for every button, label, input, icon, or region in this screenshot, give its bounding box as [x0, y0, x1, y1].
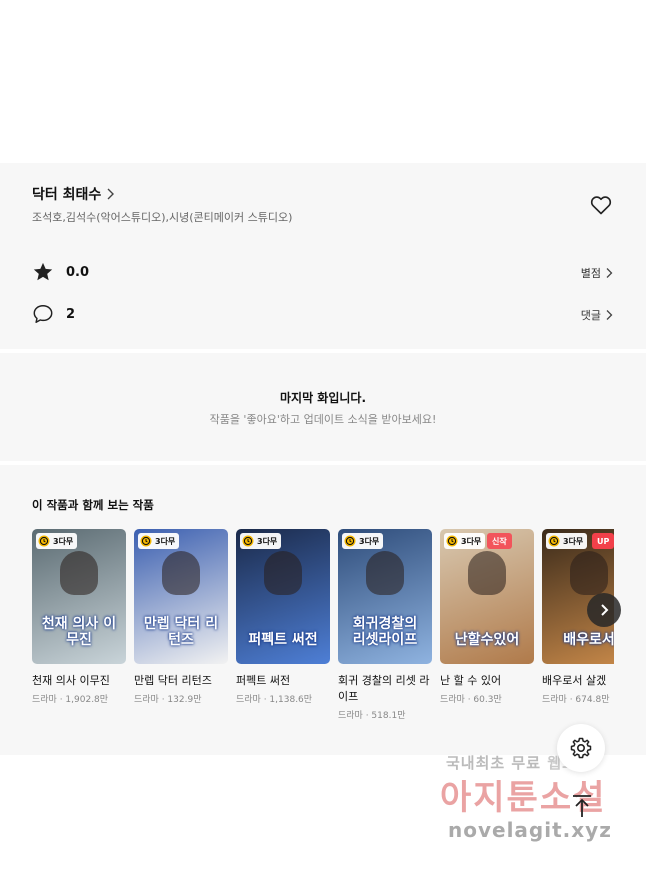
- chevron-right-icon: [606, 268, 613, 278]
- cover-title-art: 난할수있어: [454, 632, 520, 648]
- viewer-settings-button[interactable]: [557, 724, 605, 772]
- wait-free-badge: 3다무: [444, 533, 486, 549]
- cover-title-art: 배우로서: [563, 632, 614, 648]
- work-authors: 조석호,김석수(악어스튜디오),시녕(콘티메이커 스튜디오): [32, 211, 293, 224]
- chevron-right-icon: [107, 188, 115, 200]
- recommendation-meta: 드라마 · 1,902.8만: [32, 695, 109, 705]
- status-tag: 신작: [487, 533, 512, 549]
- recommendation-title: 배우로서 살겠: [542, 674, 607, 687]
- chevron-right-icon: [606, 310, 613, 320]
- last-episode-subtitle: 작품을 '좋아요'하고 업데이트 소식을 받아보세요!: [209, 413, 437, 426]
- comments-row: 2: [32, 303, 75, 325]
- recommendation-carousel: 천재 의사 이무진 3다무천재 의사 이무진드라마 · 1,902.8만 만렙 닥터…: [32, 529, 614, 739]
- comments-count: 2: [66, 306, 76, 322]
- clock-icon: [344, 535, 356, 547]
- recommendation-cover-image: 천재 의사 이무진 3다무: [32, 529, 126, 664]
- last-episode-title: 마지막 화입니다.: [279, 391, 367, 405]
- cover-figure: [60, 551, 98, 595]
- recommendation-title: 만렙 닥터 리턴즈: [134, 674, 212, 687]
- recommendation-cover-image: 퍼펙트 써전 3다무: [236, 529, 330, 664]
- recommendations-heading: 이 작품과 함께 보는 작품: [32, 498, 154, 512]
- recommendation-title: 난 할 수 있어: [440, 674, 502, 687]
- cover-figure: [162, 551, 200, 595]
- recommendation-card[interactable]: 만렙 닥터 리턴즈 3다무만렙 닥터 리턴즈드라마 · 132.9만: [134, 529, 228, 705]
- comments-link-label: 댓글: [580, 309, 601, 322]
- rating-link-label: 별점: [580, 267, 601, 280]
- recommendation-cover-image: 만렙 닥터 리턴즈 3다무: [134, 529, 228, 664]
- wait-free-badge: 3다무: [546, 533, 588, 549]
- recommendation-meta: 드라마 · 1,138.6만: [236, 695, 313, 705]
- wait-free-badge: 3다무: [240, 533, 282, 549]
- cover-figure: [468, 551, 506, 595]
- recommendation-cover-image: 난할수있어 3다무 신작: [440, 529, 534, 664]
- rating-link[interactable]: 별점: [581, 265, 613, 281]
- recommendation-title: 회귀 경찰의 리셋 라이프: [338, 674, 430, 703]
- heart-icon[interactable]: [589, 193, 613, 217]
- clock-icon: [242, 535, 254, 547]
- wait-free-badge: 3다무: [36, 533, 78, 549]
- recommendation-title: 퍼펙트 써전: [236, 674, 291, 687]
- recommendation-meta: 드라마 · 518.1만: [338, 711, 406, 721]
- clock-icon: [446, 535, 458, 547]
- recommendation-cover-image: 회귀경찰의 리셋라이프 3다무: [338, 529, 432, 664]
- wait-free-badge-label: 3다무: [53, 536, 74, 546]
- chevron-right-icon: [601, 604, 609, 616]
- last-episode-panel: [0, 353, 646, 461]
- top-blank-area: [0, 0, 646, 163]
- watermark-line3: novelagit.xyz: [448, 818, 612, 842]
- recommendation-meta: 드라마 · 674.8만: [542, 695, 610, 705]
- watermark: 국내최초 무료 웹소설 아지툰소설 novelagit.xyz: [440, 752, 630, 852]
- star-icon: [33, 262, 53, 281]
- cover-title-art: 천재 의사 이무진: [41, 616, 117, 648]
- wait-free-badge-label: 3다무: [461, 536, 482, 546]
- clock-icon: [548, 535, 560, 547]
- comments-link[interactable]: 댓글: [581, 307, 613, 323]
- recommendation-card[interactable]: 천재 의사 이무진 3다무천재 의사 이무진드라마 · 1,902.8만: [32, 529, 126, 705]
- cover-figure: [264, 551, 302, 595]
- work-title: 닥터 최태수: [32, 187, 102, 203]
- recommendation-card[interactable]: 회귀경찰의 리셋라이프 3다무회귀 경찰의 리셋 라이프드라마 · 518.1만: [338, 529, 432, 721]
- wait-free-badge-label: 3다무: [257, 536, 278, 546]
- rating-row: 0.0: [32, 261, 89, 283]
- clock-icon: [38, 535, 50, 547]
- wait-free-badge-label: 3다무: [563, 536, 584, 546]
- cover-title-art: 만렙 닥터 리턴즈: [143, 616, 219, 648]
- recommendation-title: 천재 의사 이무진: [32, 674, 110, 687]
- cover-title-art: 퍼펙트 써전: [248, 632, 318, 648]
- recommendation-card[interactable]: 퍼펙트 써전 3다무퍼펙트 써전드라마 · 1,138.6만: [236, 529, 330, 705]
- gear-icon: [570, 737, 592, 759]
- wait-free-badge: 3다무: [342, 533, 384, 549]
- recommendation-meta: 드라마 · 132.9만: [134, 695, 202, 705]
- status-tag: UP: [592, 533, 614, 549]
- recommendation-meta: 드라마 · 60.3만: [440, 695, 502, 705]
- wait-free-badge-label: 3다무: [359, 536, 380, 546]
- cover-figure: [570, 551, 608, 595]
- recommendation-card[interactable]: 난할수있어 3다무 신작난 할 수 있어드라마 · 60.3만: [440, 529, 534, 705]
- comment-icon: [33, 305, 53, 323]
- wait-free-badge-label: 3다무: [155, 536, 176, 546]
- cover-figure: [366, 551, 404, 595]
- clock-icon: [140, 535, 152, 547]
- scroll-top-icon[interactable]: [568, 792, 596, 820]
- carousel-next-button[interactable]: [587, 593, 621, 627]
- cover-title-art: 회귀경찰의 리셋라이프: [352, 616, 418, 648]
- work-title-link[interactable]: 닥터 최태수: [32, 184, 115, 204]
- wait-free-badge: 3다무: [138, 533, 180, 549]
- rating-value: 0.0: [66, 264, 90, 280]
